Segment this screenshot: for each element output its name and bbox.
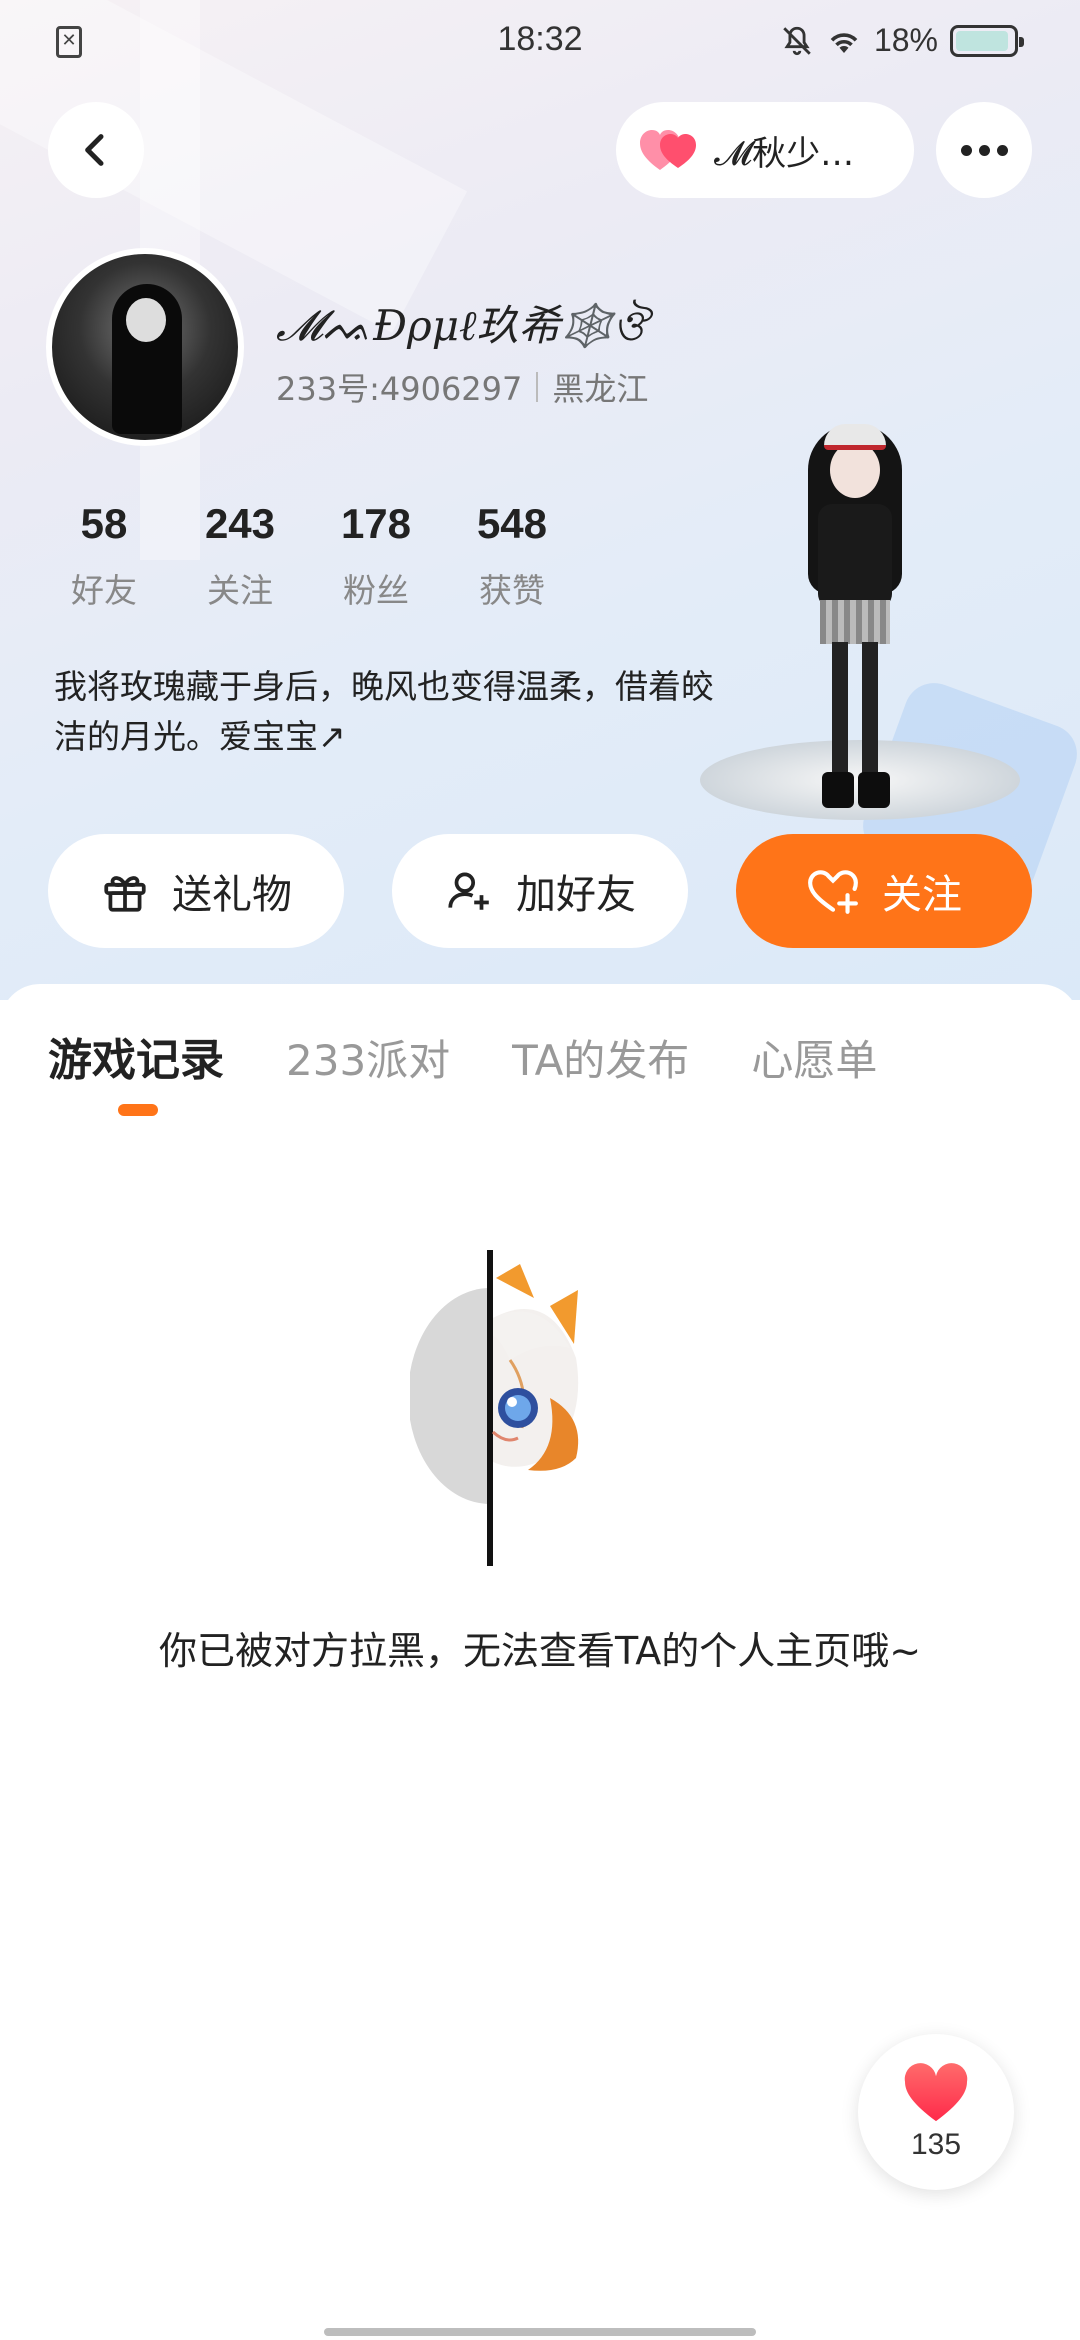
profile-region: 黑龙江: [552, 370, 649, 408]
divider: [536, 372, 539, 402]
tab-ta-posts[interactable]: TA的发布: [512, 1027, 689, 1088]
add-user-icon: [448, 872, 489, 910]
profile-uid: 233号:4906297: [276, 370, 523, 408]
stat-label: 好友: [71, 571, 137, 610]
home-indicator[interactable]: [324, 2328, 756, 2336]
heart-icon: [904, 2063, 968, 2122]
stat-value: 243: [204, 500, 276, 547]
blocked-message: 你已被对方拉黑，无法查看TA的个人主页哦~: [158, 1629, 922, 1673]
wifi-icon: [830, 32, 858, 53]
back-button[interactable]: [48, 102, 144, 198]
gift-icon: [104, 876, 146, 912]
stat-likes[interactable]: 548 获赞: [444, 500, 580, 612]
profile-id-row: 233号:4906297 黑龙江: [276, 364, 648, 410]
heart-plus-icon: [808, 870, 858, 914]
profile-bio: 我将玫瑰藏于身后，晚风也变得温柔，借着皎洁的月光。爱宝宝↗: [54, 667, 714, 756]
tab-233-party[interactable]: 233派对: [286, 1027, 450, 1088]
send-gift-button[interactable]: 送礼物: [48, 834, 344, 948]
status-bar: ✕ 18:32 18%: [0, 0, 1080, 84]
character-avatar[interactable]: [800, 420, 910, 820]
stat-label: 获赞: [479, 571, 545, 610]
tab-indicator: [118, 1104, 158, 1116]
profile-name: 𝓜ᨕĐρμℓ玖希🕸️ঔ: [276, 301, 648, 350]
tab-game-records[interactable]: 游戏记录: [48, 1024, 224, 1088]
stat-label: 粉丝: [343, 571, 409, 610]
intimacy-name: 𝓜秋少…: [714, 133, 855, 174]
more-dot-icon: [960, 144, 972, 156]
send-gift-label: 送礼物: [172, 872, 292, 918]
tab-wishlist[interactable]: 心愿单: [751, 1027, 877, 1088]
add-friend-label: 加好友: [516, 872, 636, 918]
battery-icon: [950, 24, 1024, 57]
intimacy-pill[interactable]: 𝓜秋少…: [616, 102, 914, 198]
add-friend-button[interactable]: 加好友: [392, 834, 688, 948]
profile-stats: 58 好友 243 关注 178 粉丝 548 获赞: [36, 500, 580, 612]
like-count: 135: [910, 2128, 962, 2161]
chevron-left-icon: [85, 134, 104, 166]
double-heart-icon: [640, 130, 696, 170]
stat-fans[interactable]: 178 粉丝: [308, 500, 444, 612]
avatar[interactable]: [46, 248, 244, 446]
stat-friends[interactable]: 58 好友: [36, 500, 172, 612]
stat-following[interactable]: 243 关注: [172, 500, 308, 612]
follow-label: 关注: [882, 872, 962, 918]
follow-button[interactable]: 关注: [736, 834, 1032, 948]
blocked-mascot-illustration: [410, 1250, 579, 1566]
like-button[interactable]: 135: [858, 2034, 1014, 2190]
profile-tabs: 游戏记录 233派对 TA的发布 心愿单: [48, 1024, 877, 1088]
mute-bell-icon: [783, 26, 811, 55]
more-options-button[interactable]: [936, 102, 1032, 198]
battery-percent: 18%: [873, 22, 938, 58]
stat-value: 178: [340, 500, 412, 547]
stat-value: 58: [80, 500, 128, 547]
stat-value: 548: [476, 500, 548, 547]
stat-label: 关注: [207, 571, 273, 610]
